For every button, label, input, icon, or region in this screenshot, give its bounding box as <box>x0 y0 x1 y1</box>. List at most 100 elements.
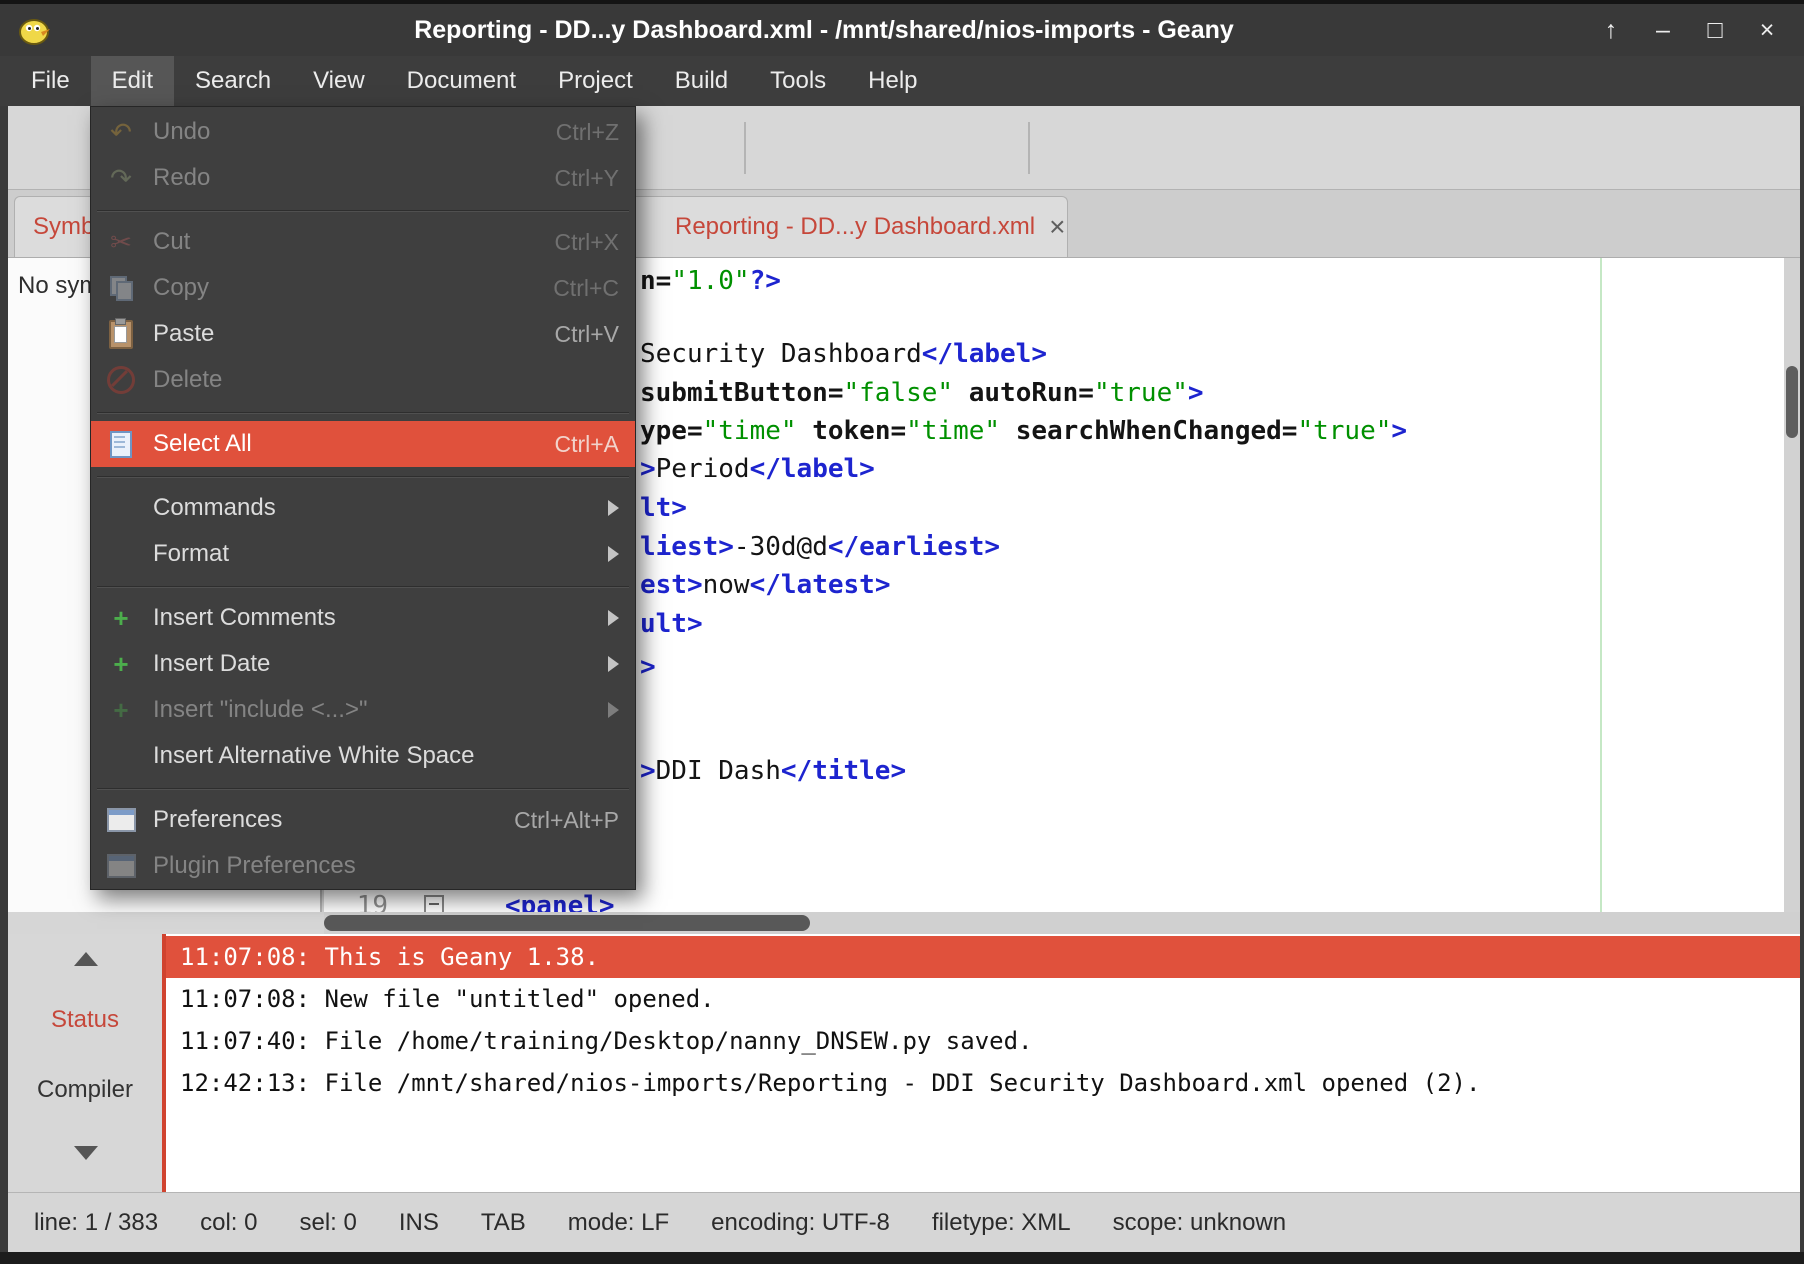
close-button[interactable]: × <box>1752 16 1782 45</box>
code-line: >DDI Dash</title> <box>640 752 906 790</box>
status-messages: 11:07:08: This is Geany 1.38. 11:07:08: … <box>166 936 1800 1104</box>
horizontal-scrollbar-thumb[interactable] <box>324 915 810 931</box>
message-window: Status Compiler 11:07:08: This is Geany … <box>8 934 1800 1192</box>
menu-edit[interactable]: Edit <box>91 56 174 106</box>
menu-search[interactable]: Search <box>174 56 292 106</box>
statusbar-encoding: encoding: UTF-8 <box>711 1209 890 1237</box>
menu-separator <box>91 577 635 595</box>
tab-close-icon[interactable]: × <box>1049 211 1065 243</box>
vertical-scrollbar-thumb[interactable] <box>1786 366 1798 438</box>
code-line: >Period</label> <box>640 450 875 488</box>
menu-item-insert-alt-whitespace[interactable]: Insert Alternative White Space <box>91 733 635 779</box>
delete-icon <box>103 363 139 397</box>
scroll-up-icon[interactable] <box>74 952 98 966</box>
statusbar: line: 1 / 383 col: 0 sel: 0 INS TAB mode… <box>0 1192 1804 1252</box>
toolbar-separator <box>744 122 746 174</box>
window-controls: ↑ – □ × <box>1596 16 1804 45</box>
code-line: n="1.0"?> <box>640 262 781 300</box>
code-line: > <box>640 648 656 686</box>
plus-icon: + <box>103 647 139 681</box>
code-line: submitButton="false" autoRun="true"> <box>640 374 1204 412</box>
menu-item-redo: ↷ Redo Ctrl+Y <box>91 155 635 201</box>
window-frame <box>1800 106 1804 1252</box>
menu-separator <box>91 467 635 485</box>
tab-compiler[interactable]: Compiler <box>8 1076 162 1104</box>
menu-separator <box>91 779 635 797</box>
copy-icon <box>103 271 139 305</box>
submenu-arrow-icon <box>608 546 619 562</box>
code-line: ype="time" token="time" searchWhenChange… <box>640 412 1407 450</box>
maximize-button[interactable]: □ <box>1700 16 1730 45</box>
menu-tools[interactable]: Tools <box>749 56 847 106</box>
redo-icon: ↷ <box>103 161 139 195</box>
statusbar-scope: scope: unknown <box>1113 1209 1286 1237</box>
scroll-down-icon[interactable] <box>74 1146 98 1160</box>
menu-separator <box>91 201 635 219</box>
preferences-icon <box>103 803 139 837</box>
menu-item-delete: Delete <box>91 357 635 403</box>
submenu-arrow-icon <box>608 656 619 672</box>
message-window-tabs: Status Compiler <box>8 934 162 1192</box>
submenu-arrow-icon <box>608 500 619 516</box>
horizontal-scrollbar[interactable] <box>324 912 1800 934</box>
menu-file[interactable]: File <box>10 56 91 106</box>
statusbar-eol-mode: mode: LF <box>568 1209 669 1237</box>
fold-marker-icon[interactable] <box>424 895 444 912</box>
code-line: liest>-30d@d</earliest> <box>640 528 1000 566</box>
tab-status[interactable]: Status <box>8 1006 162 1034</box>
code-line: ult> <box>640 605 703 643</box>
menu-item-preferences[interactable]: Preferences Ctrl+Alt+P <box>91 797 635 843</box>
window-title: Reporting - DD...y Dashboard.xml - /mnt/… <box>52 16 1596 45</box>
statusbar-line: line: 1 / 383 <box>34 1209 158 1237</box>
edit-menu-popup: ↶ Undo Ctrl+Z ↷ Redo Ctrl+Y ✂ Cut Ctrl+X… <box>90 106 636 890</box>
window-frame <box>0 1252 1804 1264</box>
menu-item-paste[interactable]: Paste Ctrl+V <box>91 311 635 357</box>
vertical-scrollbar[interactable] <box>1784 258 1800 912</box>
shade-button[interactable]: ↑ <box>1596 16 1626 45</box>
status-message[interactable]: 11:07:40: File /home/training/Desktop/na… <box>166 1020 1800 1062</box>
plus-icon: + <box>103 601 139 635</box>
menu-item-plugin-preferences: Plugin Preferences <box>91 843 635 889</box>
status-message[interactable]: 11:07:08: New file "untitled" opened. <box>166 978 1800 1020</box>
menu-item-insert-date[interactable]: + Insert Date <box>91 641 635 687</box>
menubar: File Edit Search View Document Project B… <box>0 56 1804 106</box>
minimize-button[interactable]: – <box>1648 16 1678 45</box>
plus-icon: + <box>103 693 139 727</box>
select-all-icon <box>103 427 139 461</box>
cut-icon: ✂ <box>103 225 139 259</box>
code-line: lt> <box>640 489 687 527</box>
menu-separator <box>91 403 635 421</box>
menu-build[interactable]: Build <box>654 56 749 106</box>
menu-item-insert-comments[interactable]: + Insert Comments <box>91 595 635 641</box>
statusbar-filetype: filetype: XML <box>932 1209 1071 1237</box>
code-line: est>now</latest> <box>640 566 890 604</box>
menu-item-undo: ↶ Undo Ctrl+Z <box>91 109 635 155</box>
long-line-marker <box>1600 258 1602 912</box>
preferences-icon <box>103 849 139 883</box>
menu-item-cut: ✂ Cut Ctrl+X <box>91 219 635 265</box>
menu-item-select-all[interactable]: Select All Ctrl+A <box>91 421 635 467</box>
status-message[interactable]: 12:42:13: File /mnt/shared/nios-imports/… <box>166 1062 1800 1104</box>
menu-item-copy: Copy Ctrl+C <box>91 265 635 311</box>
toolbar-separator <box>1028 122 1030 174</box>
menu-project[interactable]: Project <box>537 56 654 106</box>
code-line: Security Dashboard</label> <box>640 335 1047 373</box>
statusbar-insert-mode: INS <box>399 1209 439 1237</box>
paste-icon <box>103 317 139 351</box>
statusbar-sel: sel: 0 <box>299 1209 356 1237</box>
line-number: 19 <box>332 887 388 912</box>
menu-document[interactable]: Document <box>386 56 537 106</box>
status-message[interactable]: 11:07:08: This is Geany 1.38. <box>166 936 1800 978</box>
menu-item-commands[interactable]: Commands <box>91 485 635 531</box>
window-frame <box>0 106 8 1252</box>
menu-help[interactable]: Help <box>847 56 938 106</box>
menu-view[interactable]: View <box>292 56 386 106</box>
statusbar-tab-mode: TAB <box>481 1209 526 1237</box>
submenu-arrow-icon <box>608 702 619 718</box>
undo-icon: ↶ <box>103 115 139 149</box>
menu-item-format[interactable]: Format <box>91 531 635 577</box>
code-line: <panel> <box>505 887 615 912</box>
geany-logo-icon[interactable] <box>16 12 52 48</box>
submenu-arrow-icon <box>608 610 619 626</box>
titlebar: Reporting - DD...y Dashboard.xml - /mnt/… <box>0 0 1804 56</box>
